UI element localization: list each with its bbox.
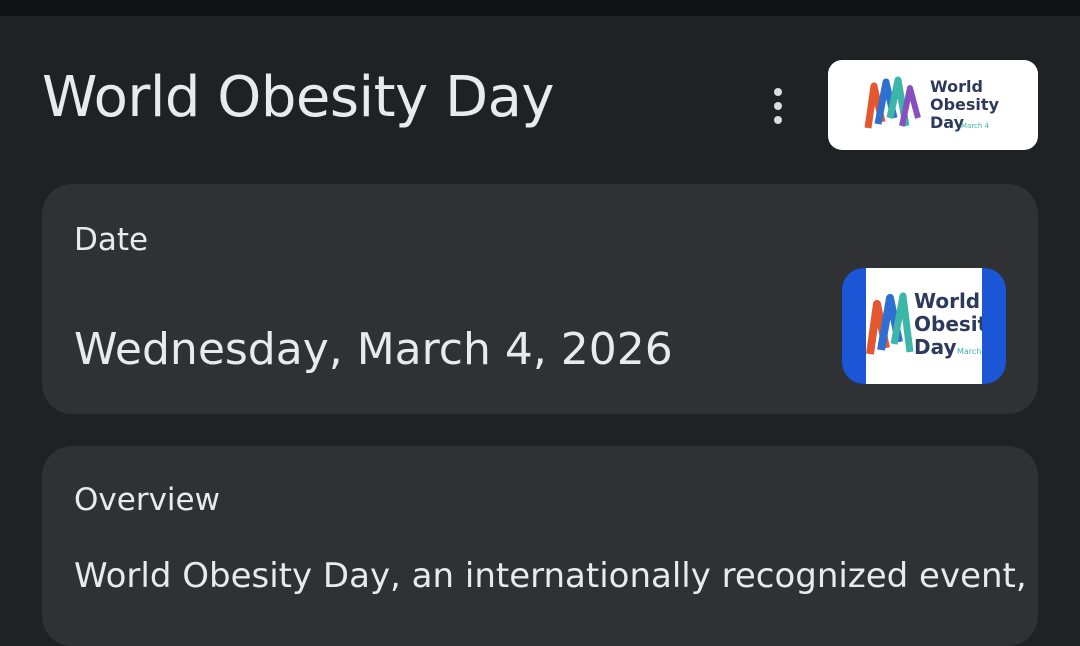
overview-card[interactable]: Overview World Obesity Day, an internati… <box>42 446 1038 646</box>
world-obesity-day-logo-icon: World Obesity Day March 4 <box>864 76 1000 132</box>
world-obesity-day-thumb-icon: World Obesity Day March 4 <box>866 289 982 359</box>
svg-text:March 4: March 4 <box>961 122 990 130</box>
svg-text:World: World <box>930 77 983 96</box>
date-thumbnail[interactable]: World Obesity Day March 4 <box>842 268 1006 384</box>
svg-text:Obesity: Obesity <box>914 312 982 336</box>
svg-text:Day: Day <box>914 335 957 359</box>
more-options-button[interactable] <box>758 84 798 128</box>
svg-text:Day: Day <box>930 113 965 132</box>
overview-label: Overview <box>74 482 220 518</box>
date-value: Wednesday, March 4, 2026 <box>74 324 673 375</box>
world-obesity-day-logo[interactable]: World Obesity Day March 4 <box>828 60 1038 150</box>
svg-text:World: World <box>914 289 980 313</box>
more-vert-icon <box>774 88 782 96</box>
date-label: Date <box>74 222 149 258</box>
overview-text: World Obesity Day, an internationally re… <box>74 556 1027 596</box>
page-title: World Obesity Day <box>42 65 555 130</box>
date-card[interactable]: Date Wednesday, March 4, 2026 World Obes… <box>42 184 1038 414</box>
status-bar <box>0 0 1080 16</box>
svg-text:Obesity: Obesity <box>930 95 1000 114</box>
svg-text:March 4: March 4 <box>957 347 982 356</box>
